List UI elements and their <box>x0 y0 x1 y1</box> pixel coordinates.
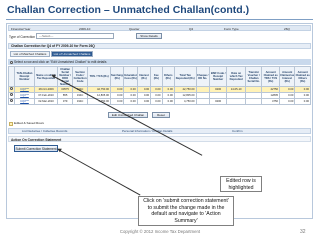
table-cell: 0.00 <box>294 98 311 105</box>
table-cell: 0.00 <box>136 98 152 105</box>
quarter-value: Q4 <box>189 27 194 31</box>
radio-icon <box>10 60 13 64</box>
action-heading: Action On Correction Statement <box>8 136 311 142</box>
column-header: Surcharge (Rs) <box>109 66 125 87</box>
table-cell: 379 <box>57 98 73 105</box>
column-header: Others (Rs) <box>161 66 175 87</box>
slide-footer: Copyright © 2012 Income Tax Department <box>119 229 201 234</box>
edited-rows-legend: Edited & Saved Rows <box>8 121 44 126</box>
quarter-label: Quarter <box>129 27 140 31</box>
column-header: Section Code / Collection Code <box>71 66 89 87</box>
table-cell: 194C <box>71 98 89 105</box>
column-header: Amount Claimed as TDS / TCS (Rs) <box>261 66 280 87</box>
statement-info-bar: Financial Year 2009-10 Quarter Q4 Form T… <box>8 25 311 31</box>
nav-tab-challan-details[interactable]: Personal Information / Challan Details <box>119 129 175 134</box>
unmatched-challan-table: TAN-Challan Receipt Number Name on which… <box>7 66 311 105</box>
table-cell: 0200 <box>208 98 228 105</box>
radio-icon[interactable] <box>10 99 14 102</box>
tab-matched-challans[interactable]: List of Matched Challans <box>10 51 50 57</box>
table-action-row: Edit Unmatched Challan Reset <box>8 111 311 119</box>
table-cell <box>226 98 246 105</box>
callout-line: Click on 'submit correction statement' <box>143 198 229 204</box>
radio-icon[interactable] <box>10 87 14 90</box>
page-number: 32 <box>300 229 306 235</box>
table-cell: 0.00 <box>109 98 125 105</box>
table-cell: 0.00 <box>123 98 138 105</box>
correction-type-row: Type of Correction ---Select--- Show Det… <box>8 33 311 41</box>
challan-receipt-link[interactable]: CQ3*** <box>14 98 35 105</box>
form-type-label: Form Type <box>224 27 239 31</box>
table-cell: 02-Mar-2010 <box>33 98 59 105</box>
title-divider <box>6 19 313 20</box>
table-cell <box>244 98 263 105</box>
slide-title: Challan Correction – Unmatched Challan(c… <box>7 4 250 16</box>
table-cell: 0.00 <box>278 98 296 105</box>
table-cell <box>195 98 210 105</box>
form-type-value: 26Q <box>284 27 290 31</box>
nav-tab-deductee-records[interactable]: List Deductee / Collectee Records <box>19 129 70 134</box>
column-header: Total Tax Deposited (Rs) <box>173 66 197 87</box>
column-header: BSR Code / Receipt Number <box>208 66 228 87</box>
column-header: Transfer Voucher / Challan Serial No. <box>244 66 263 87</box>
correction-section-title: Challan Correction for Q4 of FY 2009-10 … <box>8 43 311 49</box>
legend-label: Edited & Saved Rows <box>14 121 44 125</box>
table-row[interactable]: CQ3***02-Mar-2010379194C4,750.000.000.00… <box>7 98 311 105</box>
submit-callout: Click on 'submit correction statement' t… <box>138 196 234 226</box>
column-header: Amount Claimed as Interest (Rs) <box>278 66 296 87</box>
column-header: Fee (Rs) <box>150 66 163 87</box>
callout-line: default and navigate to 'Action <box>151 211 221 217</box>
radio-icon[interactable] <box>10 93 14 96</box>
correction-type-select[interactable]: ---Select--- <box>36 33 114 39</box>
table-cell: 0.00 <box>161 98 175 105</box>
column-header: Date on which Tax Deposited <box>226 66 246 87</box>
submit-correction-statement-button[interactable]: Submit Correction Statement <box>14 145 58 152</box>
callout-line: Summary' <box>174 217 198 224</box>
reset-button[interactable]: Reset <box>152 112 170 118</box>
app-screenshot: Financial Year 2009-10 Quarter Q4 Form T… <box>6 23 313 219</box>
tab-unmatched-challans[interactable]: List of Unmatched Challans <box>51 51 93 57</box>
table-cell: 4,750.00 <box>173 98 197 105</box>
table-cell: 0.00 <box>150 98 163 105</box>
correction-type-label: Type of Correction <box>9 35 36 39</box>
fy-label: Financial Year <box>11 27 31 31</box>
column-header: TAN-Challan Receipt Number <box>14 66 35 87</box>
table-body: CQ3***28-Oct-200900575194C42,750.000.000… <box>7 86 311 105</box>
show-details-button[interactable]: Show Details <box>136 33 162 39</box>
column-header: Amount Claimed as Others (Rs) <box>294 66 311 87</box>
column-header: Education Cess (Rs) <box>123 66 138 87</box>
table-cell: 4750 <box>261 98 280 105</box>
grid-instruction: Select a row and click on "Edit Unmatche… <box>8 59 311 65</box>
nav-tab-confirm[interactable]: Confirm <box>229 129 246 134</box>
column-header: Cheque / DD No. <box>195 66 210 87</box>
callout-line: highlighted <box>228 184 254 191</box>
edited-row-swatch <box>9 122 13 126</box>
grid-instruction-text: Select a row and click on "Edit Unmatche… <box>14 60 107 64</box>
fy-value: 2009-10 <box>79 27 91 31</box>
callout-line: Edited row is <box>226 178 256 184</box>
edited-row-callout: Edited row is highlighted <box>220 176 262 192</box>
column-header: TDS / TCS (Rs) <box>87 66 111 87</box>
column-header: Interest (Rs) <box>136 66 152 87</box>
